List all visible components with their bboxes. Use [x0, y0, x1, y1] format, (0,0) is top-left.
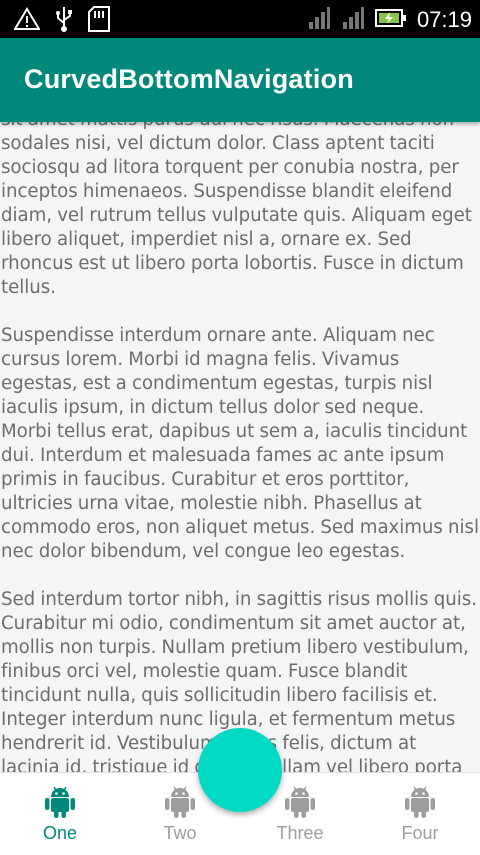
- tab-label: Four: [401, 823, 439, 843]
- signal-icon: [307, 6, 331, 34]
- status-bar: 07:19: [0, 0, 480, 38]
- app-title: CurvedBottomNavigation: [24, 64, 354, 94]
- warning-icon: [13, 7, 41, 35]
- scroll-content[interactable]: sit amet mattis purus dui nec risus. Mae…: [0, 108, 480, 772]
- android-icon: [403, 783, 437, 823]
- android-icon: [43, 783, 77, 823]
- tab-one[interactable]: One: [0, 773, 120, 855]
- sd-card-icon: [88, 6, 110, 36]
- usb-icon: [54, 6, 74, 36]
- lorem-text: sit amet mattis purus dui nec risus. Mae…: [0, 108, 480, 772]
- tab-label: Three: [276, 823, 324, 843]
- tab-four[interactable]: Four: [360, 773, 480, 855]
- android-icon: [283, 783, 317, 823]
- paragraph: sit amet mattis purus dui nec risus. Mae…: [1, 109, 472, 298]
- tab-label: One: [42, 823, 78, 843]
- signal-icon: [341, 6, 365, 34]
- android-icon: [163, 783, 197, 823]
- battery-charging-icon: [374, 7, 407, 33]
- app-bar: CurvedBottomNavigation: [0, 38, 480, 122]
- clock: 07:19: [416, 7, 472, 32]
- floating-action-button[interactable]: [198, 728, 282, 812]
- paragraph: Suspendisse interdum ornare ante. Aliqua…: [1, 325, 479, 562]
- tab-label: Two: [163, 823, 197, 843]
